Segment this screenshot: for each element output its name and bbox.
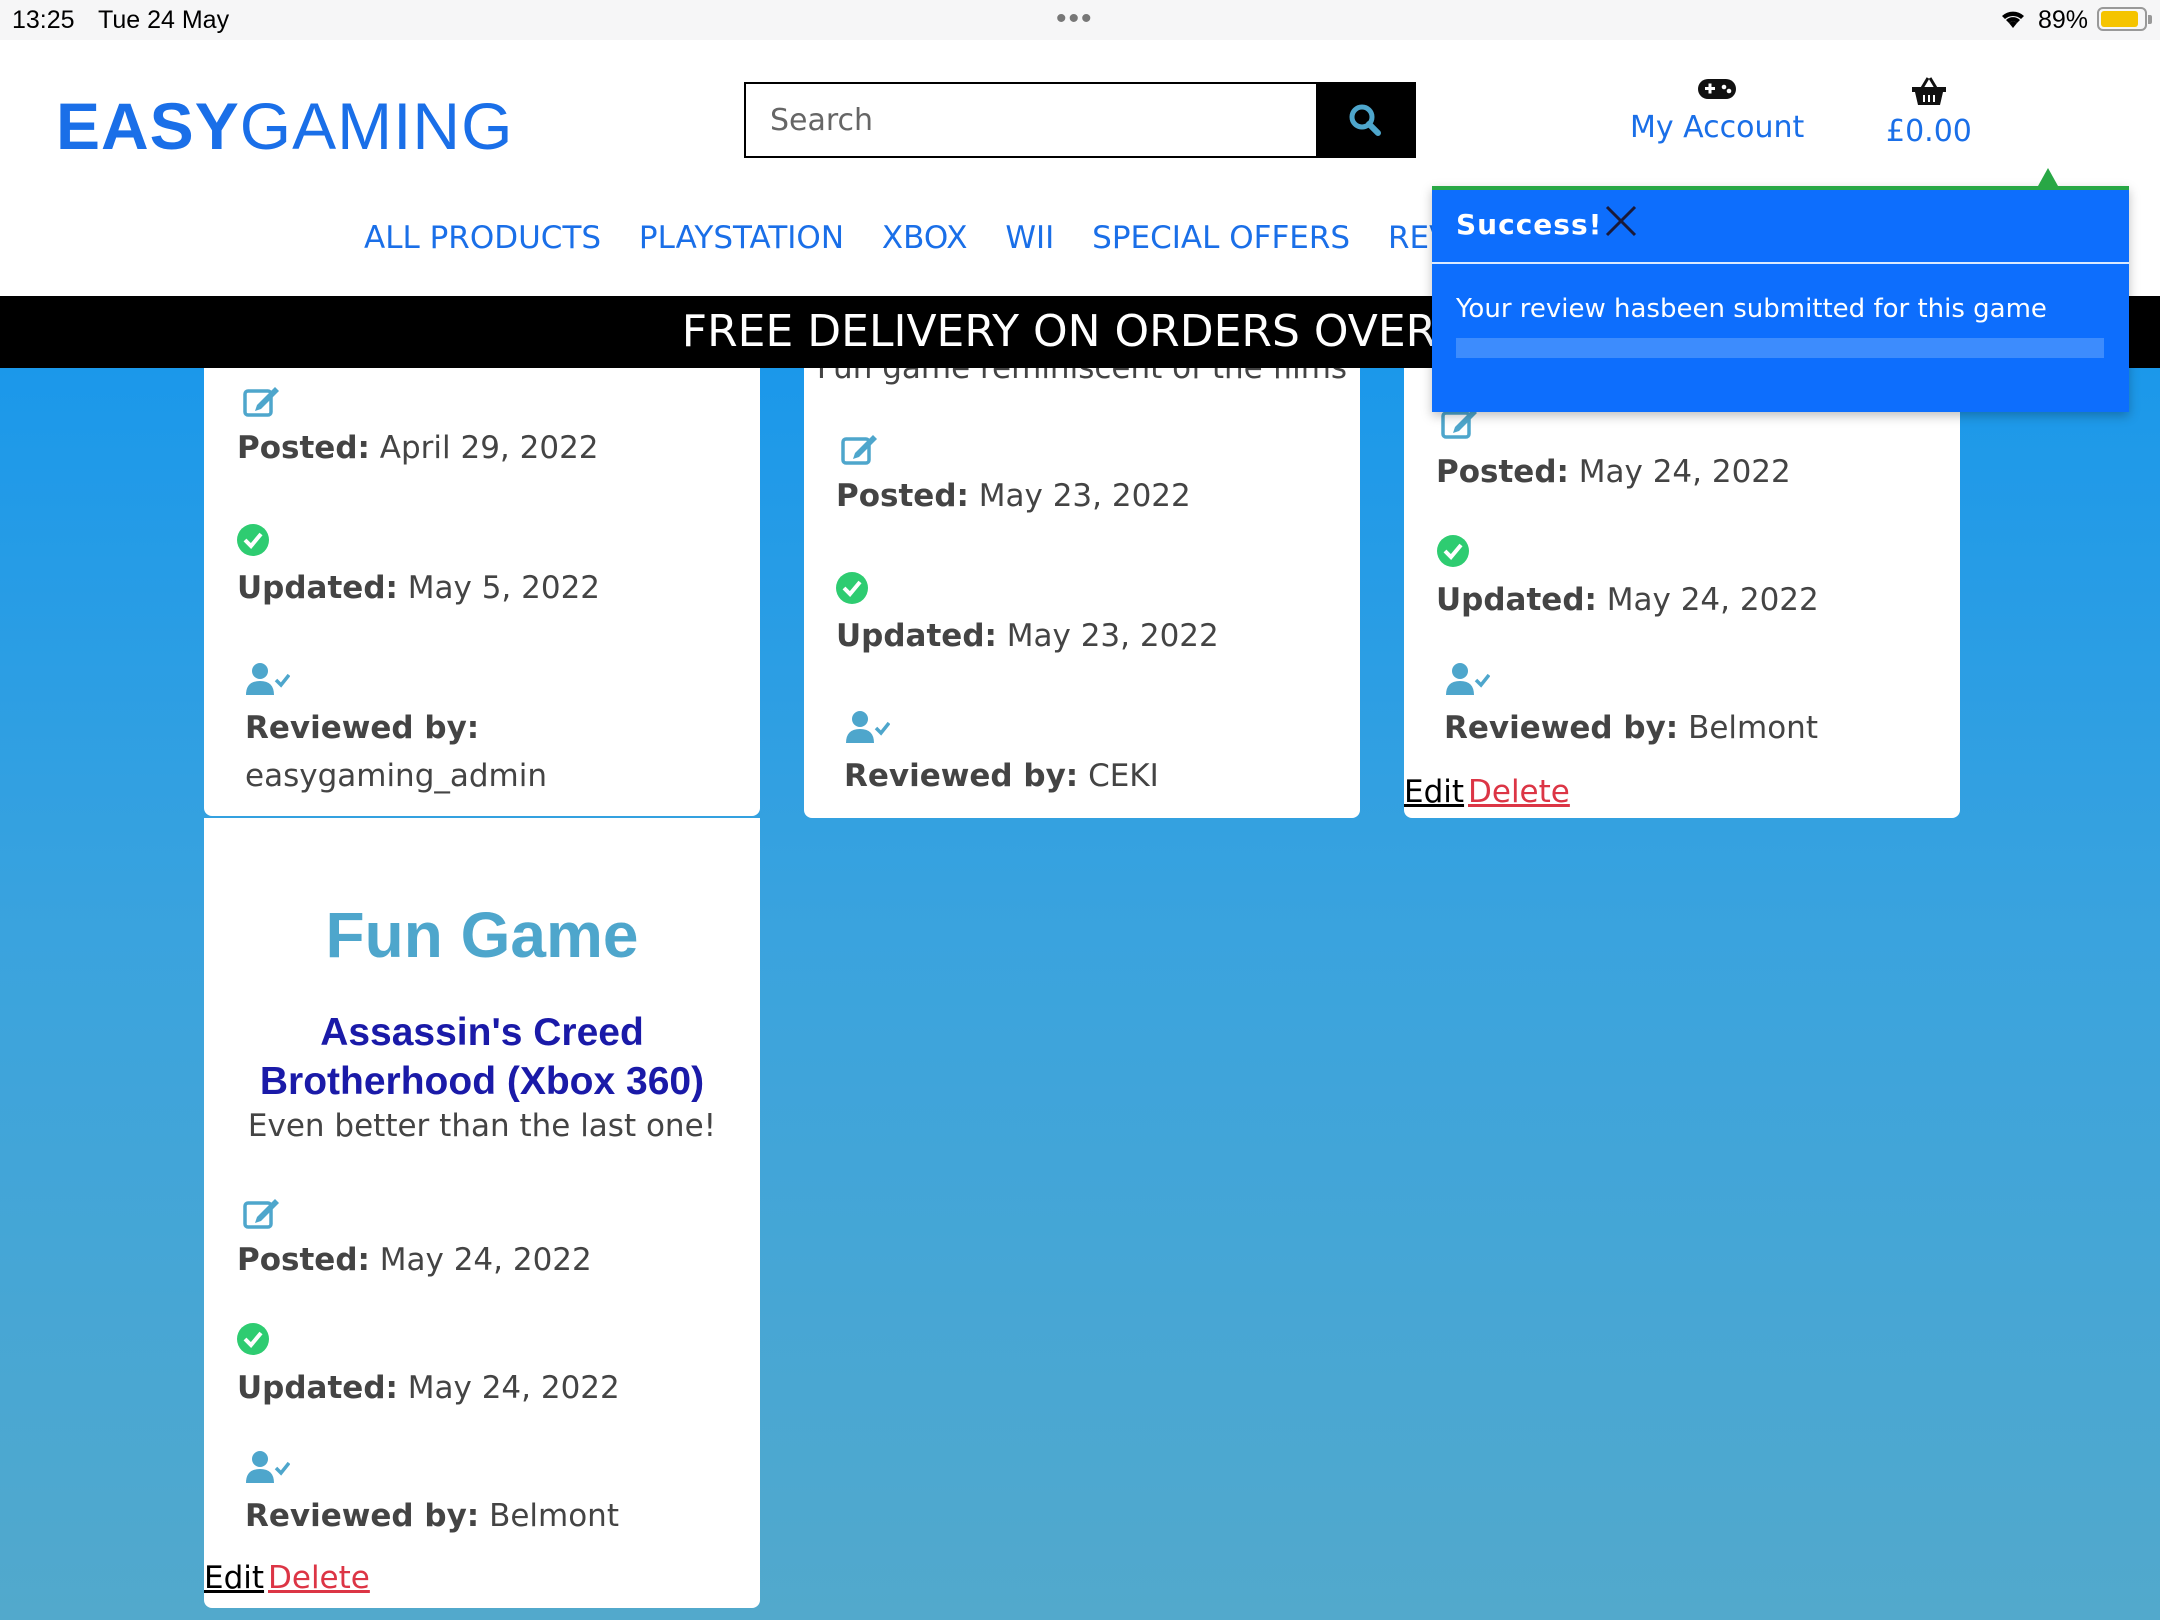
toast-progress-bar	[1456, 338, 2104, 358]
nav-special-offers[interactable]: SPECIAL OFFERS	[1092, 220, 1350, 256]
gamepad-icon	[1698, 79, 1737, 99]
nav-all-products[interactable]: ALL PRODUCTS	[364, 220, 601, 256]
updated-label: Updated:	[1436, 582, 1597, 618]
posted-date: April 29, 2022	[379, 430, 599, 466]
nav-playstation[interactable]: PLAYSTATION	[639, 220, 844, 256]
ios-status-bar: 13:25 Tue 24 May ••• 89%	[0, 0, 2160, 40]
edit-icon	[243, 387, 279, 417]
search-icon	[1349, 104, 1381, 136]
review-card: Fun Game Assassin's Creed Brotherhood (Xb…	[204, 818, 760, 1608]
review-title: Fun Game	[325, 899, 639, 971]
game-name-line2: Brotherhood (Xbox 360)	[259, 1060, 705, 1103]
main-nav: ALL PRODUCTS PLAYSTATION XBOX WII SPECIA…	[364, 220, 1507, 256]
posted-label: Posted:	[836, 478, 969, 514]
game-name[interactable]: Assassin's Creed Brotherhood (Xbox 360)	[224, 1008, 740, 1106]
reviewed-by-label: Reviewed by:	[245, 710, 480, 746]
reviewer-name: CEKI	[1088, 758, 1159, 794]
updated-date: May 23, 2022	[1006, 618, 1219, 654]
review-card: Posted: May 24, 2022 Updated: May 24, 20…	[1404, 368, 1960, 818]
user-check-icon	[1446, 663, 1490, 695]
status-date: Tue 24 May	[98, 6, 230, 34]
toast-arrow	[2038, 168, 2058, 186]
success-toast: Success! Your review hasbeen submitted f…	[1432, 168, 2129, 412]
basket-total: £0.00	[1886, 114, 1972, 149]
delete-review-link[interactable]: Delete	[1468, 774, 1570, 810]
wifi-icon	[1998, 6, 2028, 37]
battery-percentage: 89%	[2038, 6, 2089, 34]
reviewer-name: easygaming_admin	[245, 758, 548, 794]
reviewed-by-label: Reviewed by:	[1444, 710, 1679, 746]
check-circle-icon	[1437, 535, 1469, 567]
status-time: 13:25	[12, 6, 75, 34]
game-name-line1: Assassin's Creed	[320, 1011, 644, 1054]
updated-label: Updated:	[237, 1370, 398, 1406]
nav-wii[interactable]: WII	[1005, 220, 1054, 256]
user-check-icon	[246, 1451, 290, 1483]
updated-date: May 24, 2022	[407, 1370, 620, 1406]
user-check-icon	[246, 663, 290, 695]
close-icon[interactable]	[1604, 204, 1638, 238]
edit-icon	[243, 1199, 279, 1229]
reviewer-name: Belmont	[1688, 710, 1818, 746]
logo-easy: EASY	[56, 89, 240, 163]
logo-gaming: GAMING	[239, 89, 514, 163]
toast-message: Your review hasbeen submitted for this g…	[1456, 294, 2047, 324]
toast-accent-line	[1432, 186, 2129, 190]
battery-icon	[2097, 7, 2152, 31]
nav-xbox[interactable]: XBOX	[882, 220, 968, 256]
toast-divider	[1432, 262, 2129, 264]
posted-label: Posted:	[1436, 454, 1569, 490]
user-check-icon	[846, 711, 890, 743]
check-circle-icon	[237, 1323, 269, 1355]
my-account-link[interactable]: My Account	[1630, 76, 1804, 145]
search-form	[744, 82, 1416, 158]
basket-link[interactable]: £0.00	[1886, 76, 1972, 149]
reviewed-by-label: Reviewed by:	[844, 758, 1079, 794]
check-circle-icon	[836, 572, 868, 604]
check-circle-icon	[237, 524, 269, 556]
search-input[interactable]	[746, 84, 1318, 156]
updated-date: May 24, 2022	[1606, 582, 1819, 618]
edit-review-link[interactable]: Edit	[204, 1560, 264, 1596]
posted-date: May 24, 2022	[1578, 454, 1791, 490]
my-account-label: My Account	[1630, 110, 1805, 145]
updated-label: Updated:	[237, 570, 398, 606]
posted-label: Posted:	[237, 1242, 370, 1278]
delete-review-link[interactable]: Delete	[268, 1560, 370, 1596]
site-logo[interactable]: EASYGAMING	[56, 88, 513, 164]
posted-date: May 24, 2022	[379, 1242, 592, 1278]
updated-date: May 5, 2022	[407, 570, 601, 606]
reviews-section: Posted: April 29, 2022 Updated: May 5, 2…	[0, 368, 2160, 1620]
multitasking-dots[interactable]: •••	[1056, 2, 1094, 36]
review-text: Fun game reminiscent of the films	[816, 368, 1348, 386]
reviewer-name: Belmont	[489, 1498, 619, 1534]
toast-title: Success!	[1456, 208, 1603, 241]
review-card: Fun game reminiscent of the films Posted…	[804, 368, 1360, 818]
review-text: Even better than the last one!	[247, 1108, 717, 1144]
reviewed-by-label: Reviewed by:	[245, 1498, 480, 1534]
updated-label: Updated:	[836, 618, 997, 654]
basket-icon	[1911, 77, 1946, 105]
posted-label: Posted:	[237, 430, 370, 466]
review-card: Posted: April 29, 2022 Updated: May 5, 2…	[204, 368, 760, 816]
posted-date: May 23, 2022	[978, 478, 1191, 514]
search-button[interactable]	[1316, 84, 1414, 156]
edit-icon	[841, 435, 877, 465]
edit-review-link[interactable]: Edit	[1404, 774, 1464, 810]
